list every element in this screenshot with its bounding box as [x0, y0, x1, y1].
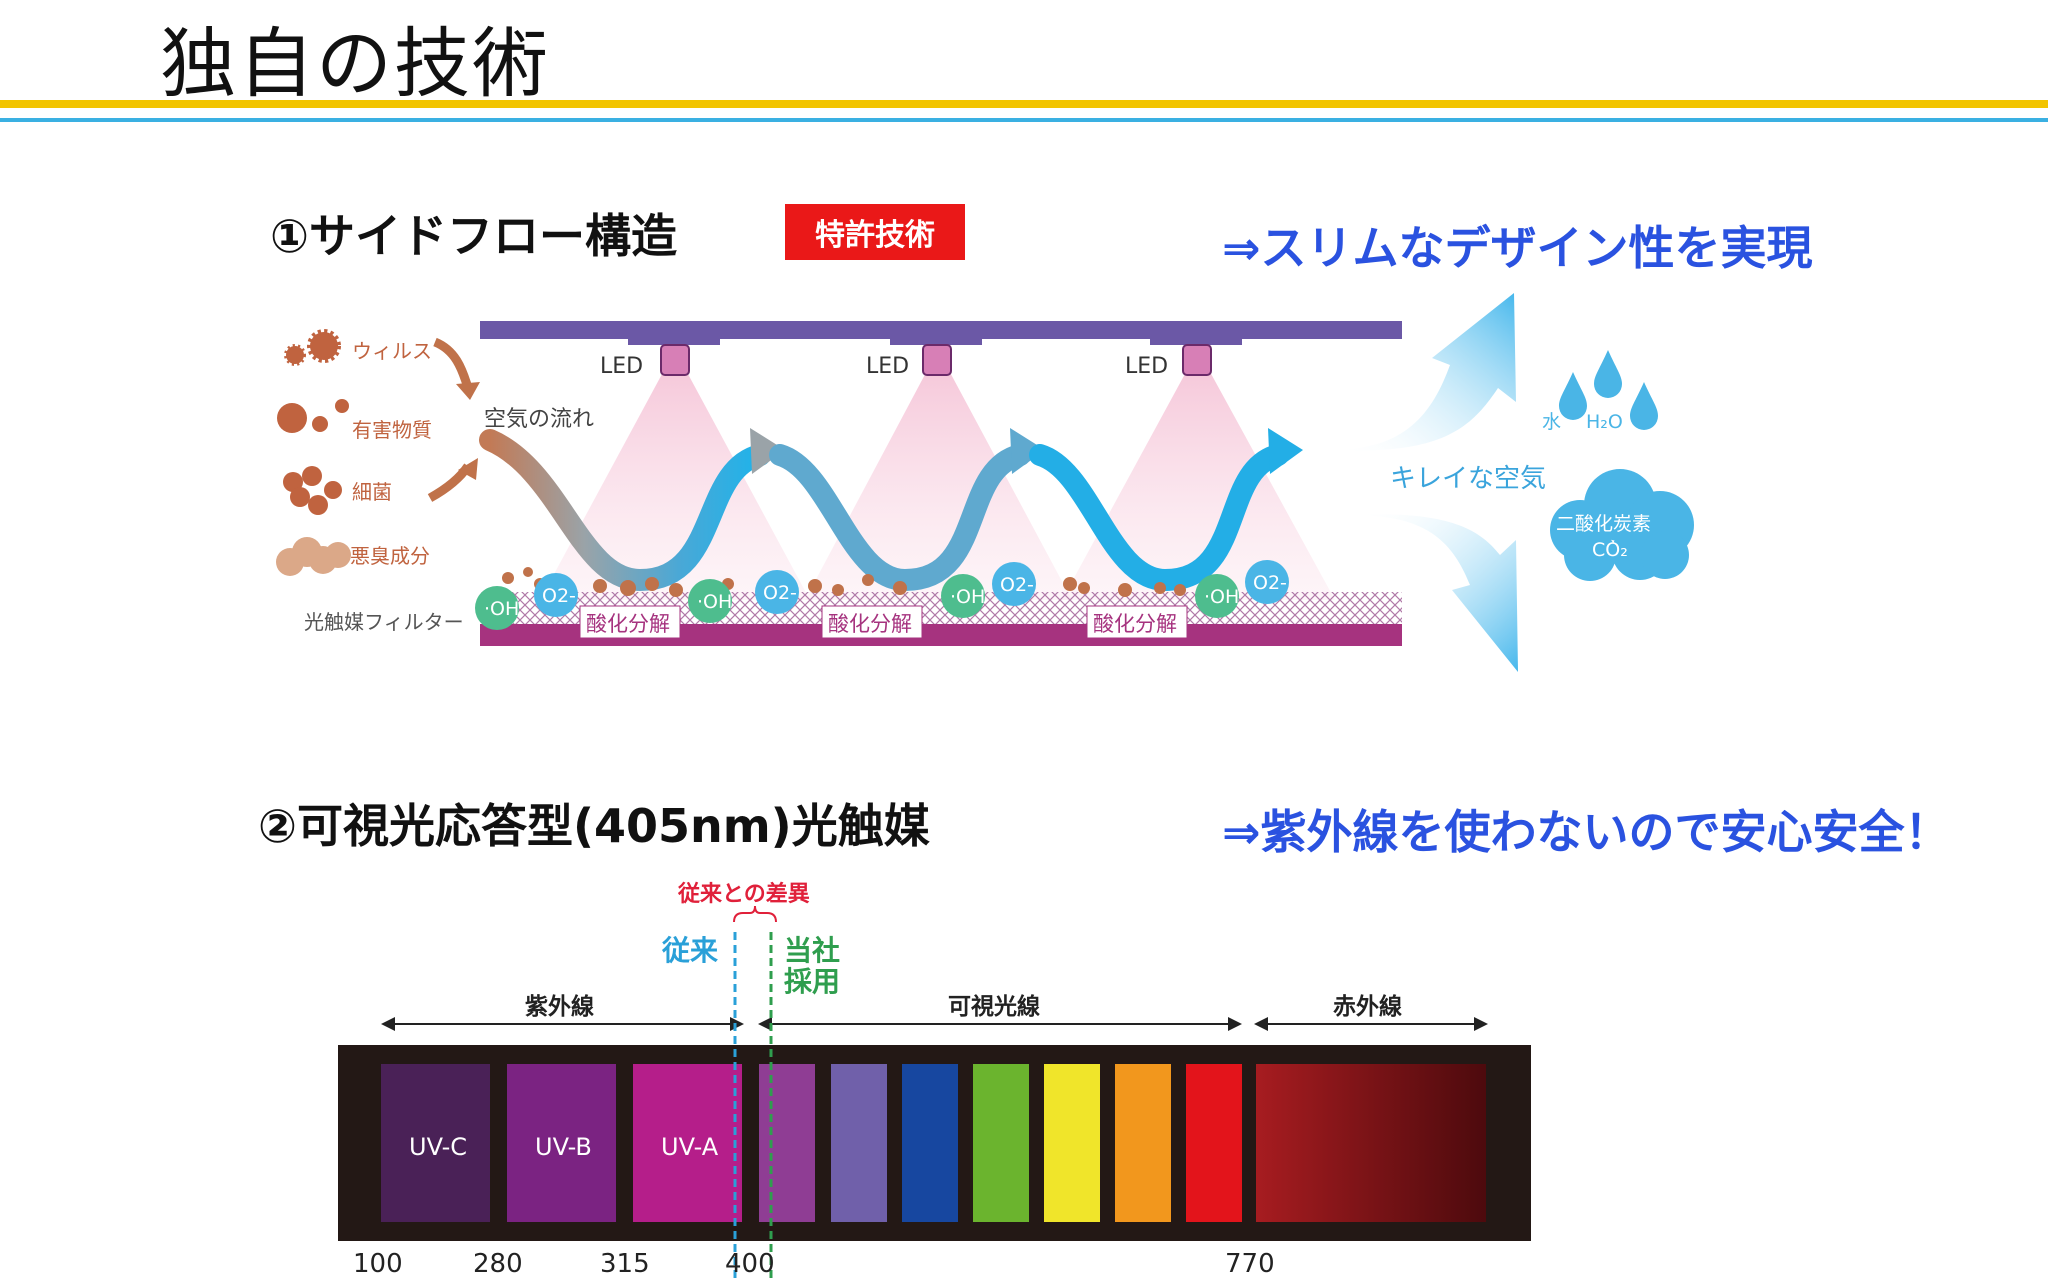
ours-label-line2: 採用 [784, 965, 840, 998]
tick-280: 280 [473, 1249, 523, 1278]
ours-label-line1: 当社 [784, 934, 840, 967]
tick-400: 400 [725, 1249, 775, 1278]
light-spectrum-diagram: 従来との差異 従来 当社 採用 紫外線 可視光線 赤外線 UV-C UV-B U… [338, 881, 1531, 1278]
visible-label: 可視光線 [948, 993, 1040, 1020]
uv-label: 紫外線 [525, 993, 594, 1020]
spectrum-band-yellow [1044, 1064, 1100, 1222]
spectrum-band-orange [1115, 1064, 1171, 1222]
ir-label: 赤外線 [1333, 993, 1402, 1020]
spectrum-band-indigo [831, 1064, 887, 1222]
tick-770: 770 [1225, 1249, 1275, 1278]
difference-label: 従来との差異 [677, 881, 810, 907]
spectrum-band-violet [759, 1064, 815, 1222]
spectrum-band-infrared [1256, 1064, 1486, 1222]
band-label-uvc: UV-C [409, 1133, 467, 1161]
tick-100: 100 [353, 1249, 403, 1278]
conventional-label: 従来 [661, 934, 718, 967]
difference-brace [733, 905, 777, 923]
band-label-uva: UV-A [661, 1133, 719, 1161]
spectrum-band-blue [902, 1064, 958, 1222]
spectrum-band-green [973, 1064, 1029, 1222]
spectrum-band-red [1186, 1064, 1242, 1222]
band-label-uvb: UV-B [535, 1133, 592, 1161]
tick-315: 315 [600, 1249, 650, 1278]
